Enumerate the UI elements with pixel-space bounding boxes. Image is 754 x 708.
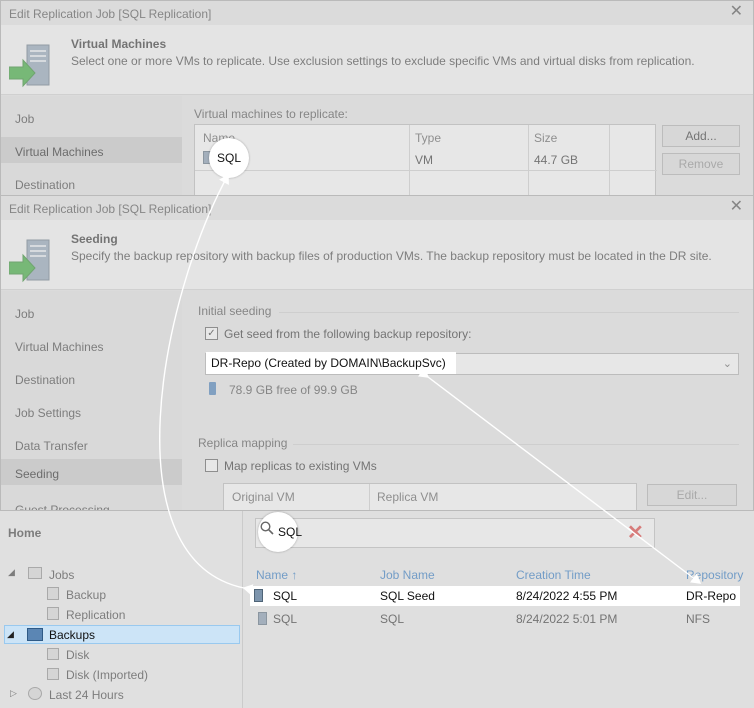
page-heading: Seeding — [71, 232, 118, 246]
step-job[interactable]: Job — [1, 104, 182, 130]
row-job: SQL Seed — [380, 589, 435, 603]
step-guest-processing[interactable]: Guest Processing — [1, 495, 182, 510]
step-data-transfer[interactable]: Data Transfer — [1, 431, 182, 457]
jobs-icon — [28, 567, 42, 579]
wizard-header: Seeding Specify the backup repository wi… — [1, 220, 753, 290]
step-destination[interactable]: Destination — [1, 170, 182, 195]
vm-type: VM — [415, 153, 433, 167]
server-arrow-icon — [9, 239, 50, 283]
backup-console: Home ◢ Jobs Backup Replication ◢ Backups… — [0, 510, 754, 708]
tree-backups[interactable]: ◢ Backups — [4, 625, 240, 644]
row-job: SQL — [380, 612, 405, 626]
restore-point-icon — [258, 612, 267, 625]
table-row[interactable]: SQL SQL 8/24/2022 5:01 PM NFS — [255, 609, 754, 629]
tree-disk-imported[interactable]: Disk (Imported) — [66, 668, 148, 682]
step-virtual-machines[interactable]: Virtual Machines — [1, 137, 182, 163]
search-box[interactable] — [255, 518, 655, 548]
vms-table: Name Type Size VM 44.7 GB — [194, 124, 657, 195]
wizard-steps: Job Virtual Machines Destination — [1, 96, 182, 195]
home-label: Home — [8, 526, 42, 540]
tree-last-24-hours[interactable]: Last 24 Hours — [49, 688, 124, 702]
restore-point-icon — [254, 589, 263, 602]
highlighted-backup-row[interactable]: SQL SQL Seed 8/24/2022 4:55 PM DR-Repo — [250, 586, 740, 606]
seed-checkbox-label: Get seed from the following backup repos… — [224, 327, 472, 341]
tree-jobs[interactable]: Jobs — [49, 568, 74, 582]
close-icon[interactable]: ✕ — [730, 199, 743, 215]
search-icon — [260, 521, 274, 535]
step-virtual-machines[interactable]: Virtual Machines — [1, 332, 182, 358]
col-name-label: Name — [256, 568, 289, 582]
step-seeding[interactable]: Seeding — [1, 459, 182, 485]
tree-backup[interactable]: Backup — [66, 588, 106, 602]
initial-seeding-divider — [279, 312, 739, 313]
expand-backups-icon[interactable]: ◢ — [7, 629, 14, 640]
page-heading: Virtual Machines — [71, 37, 167, 51]
row-repo: NFS — [686, 612, 710, 626]
server-arrow-icon — [9, 44, 50, 88]
row-time: 8/24/2022 4:55 PM — [516, 589, 618, 603]
backup-job-icon — [47, 587, 59, 600]
tree-backups-label: Backups — [49, 628, 96, 642]
map-checkbox-label: Map replicas to existing VMs — [224, 459, 377, 473]
initial-seeding-label: Initial seeding — [198, 304, 272, 318]
col-name[interactable]: Name ↑ — [256, 568, 297, 582]
replication-job-icon — [47, 607, 59, 620]
page-description: Specify the backup repository with backu… — [71, 249, 712, 263]
step-job[interactable]: Job — [1, 299, 182, 325]
close-icon[interactable]: ✕ — [730, 4, 743, 20]
wizard-header: Virtual Machines Select one or more VMs … — [1, 25, 753, 95]
vm-size: 44.7 GB — [534, 153, 579, 167]
seed-checkbox[interactable]: ✓ — [205, 327, 218, 340]
replication-job-wizard-vms: Edit Replication Job [SQL Replication] ✕… — [0, 0, 754, 196]
col-original-vm[interactable]: Original VM — [232, 490, 295, 504]
step-destination[interactable]: Destination — [1, 365, 182, 391]
sort-ascending-icon: ↑ — [291, 568, 298, 582]
navigation-pane: Home ◢ Jobs Backup Replication ◢ Backups… — [0, 511, 243, 708]
col-creation-time[interactable]: Creation Time — [516, 568, 591, 582]
row-name: SQL — [273, 589, 298, 603]
replica-mapping-divider — [293, 444, 739, 445]
search-value: SQL — [278, 525, 303, 539]
add-button[interactable]: Add... — [662, 125, 740, 147]
repository-value-highlight: DR-Repo (Created by DOMAIN\BackupSvc) — [206, 352, 456, 374]
col-size[interactable]: Size — [534, 131, 557, 145]
col-replica-vm[interactable]: Replica VM — [377, 490, 438, 504]
tree-replication[interactable]: Replication — [66, 608, 125, 622]
disk-node-icon — [47, 648, 59, 660]
edit-button[interactable]: Edit... — [647, 484, 737, 506]
last24-icon — [28, 687, 42, 700]
vm-name: SQL — [216, 151, 241, 165]
row-time: 8/24/2022 5:01 PM — [516, 612, 618, 626]
step-job-settings[interactable]: Job Settings — [1, 398, 182, 424]
expand-jobs-icon[interactable]: ◢ — [8, 567, 15, 578]
row-name: SQL — [273, 612, 298, 626]
map-checkbox[interactable] — [205, 459, 218, 472]
repository-value: DR-Repo (Created by DOMAIN\BackupSvc) — [211, 356, 446, 370]
disk-icon — [209, 382, 216, 395]
expand-last24-icon[interactable]: ▷ — [10, 688, 17, 699]
wizard-steps: Job Virtual Machines Destination Job Set… — [1, 291, 182, 510]
clear-search-icon[interactable]: ✕ — [627, 520, 644, 546]
page-description: Select one or more VMs to replicate. Use… — [71, 54, 695, 68]
vms-section-label: Virtual machines to replicate: — [194, 107, 348, 121]
backups-icon — [27, 628, 43, 641]
row-repo: DR-Repo — [686, 589, 737, 603]
window-title: Edit Replication Job [SQL Replication] — [9, 7, 212, 21]
replica-mapping-label: Replica mapping — [198, 436, 288, 450]
remove-button[interactable]: Remove — [662, 153, 740, 175]
window-title: Edit Replication Job [SQL Replication] — [9, 202, 212, 216]
col-type[interactable]: Type — [415, 131, 441, 145]
disk-imported-icon — [47, 668, 59, 680]
mapping-table: Original VM Replica VM — [223, 483, 637, 510]
col-job-name[interactable]: Job Name — [380, 568, 435, 582]
tree-disk[interactable]: Disk — [66, 648, 89, 662]
chevron-down-icon: ⌄ — [722, 358, 732, 370]
search-callout: SQL — [258, 512, 302, 552]
free-space-text: 78.9 GB free of 99.9 GB — [229, 383, 358, 397]
vm-name-callout: SQL — [209, 138, 249, 178]
col-repository[interactable]: Repository — [686, 568, 743, 582]
